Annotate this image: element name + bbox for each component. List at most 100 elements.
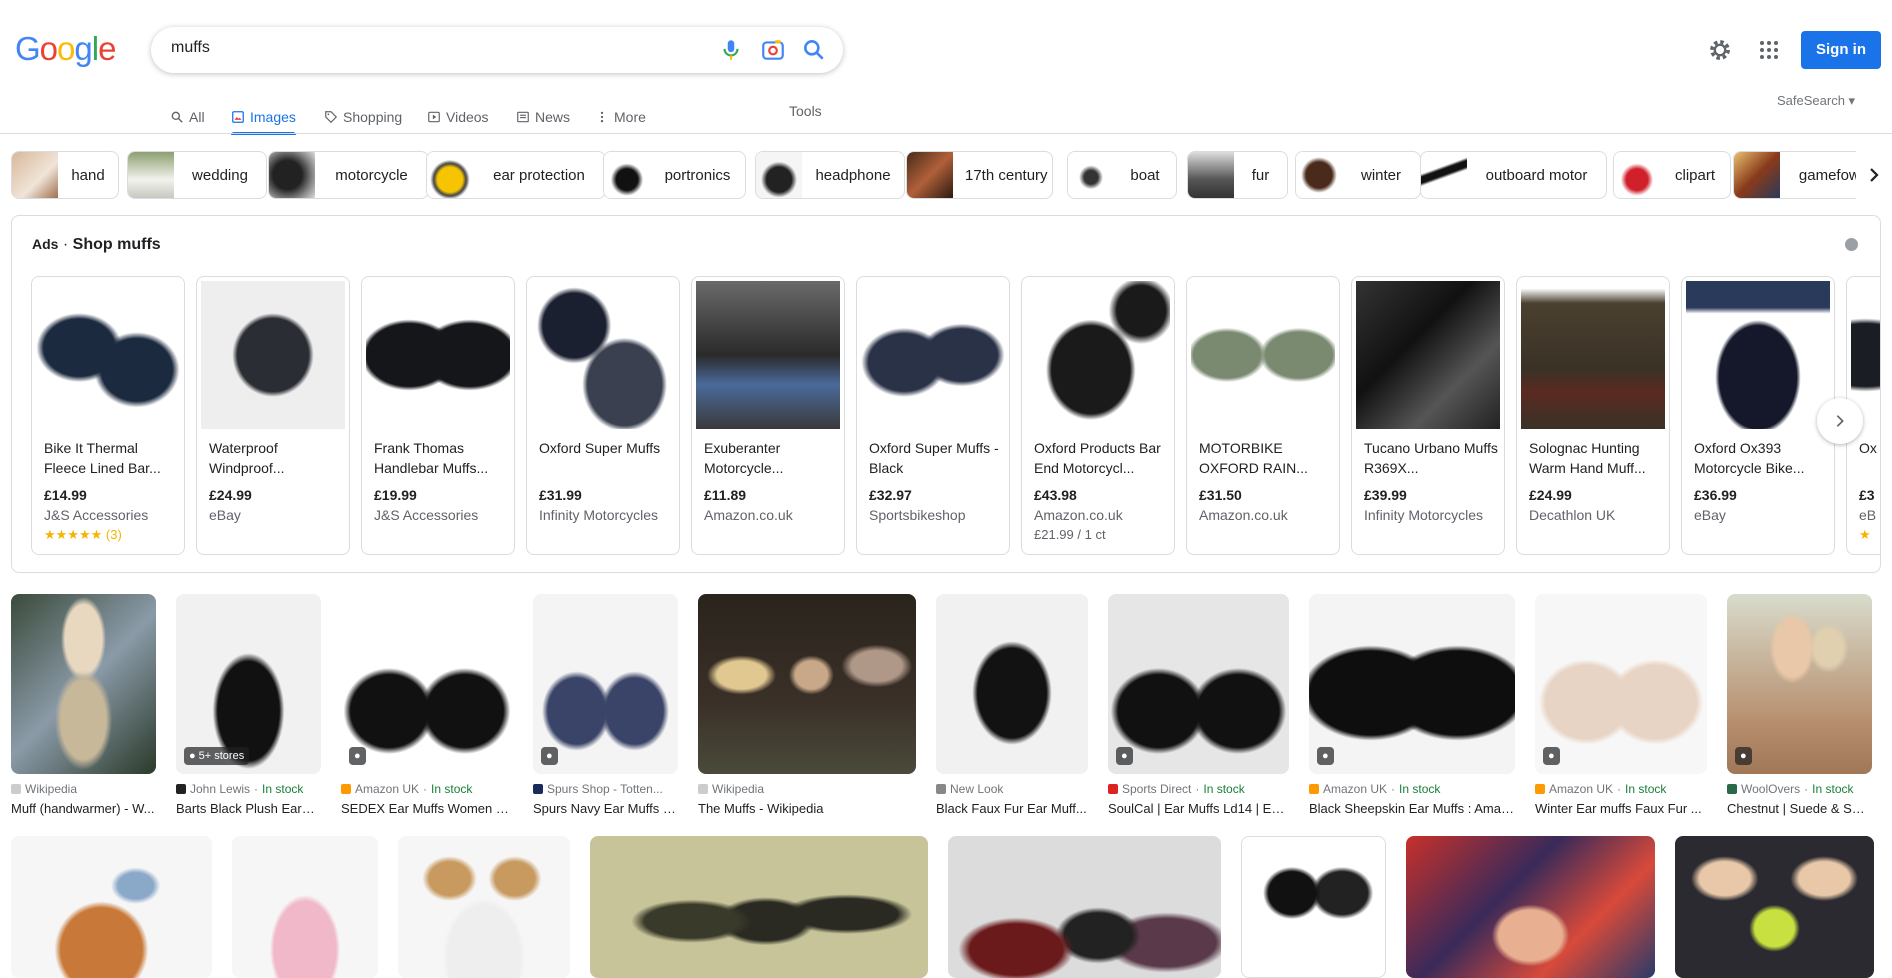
result-source: New Look bbox=[936, 782, 1003, 796]
product-store: eBay bbox=[1694, 507, 1726, 523]
result-thumbnail bbox=[1241, 836, 1386, 978]
result-source: Wikipedia bbox=[11, 782, 77, 796]
result-title: SEDEX Ear Muffs Women Gi... bbox=[341, 801, 513, 816]
chip-label: wedding bbox=[192, 166, 248, 184]
chip-boat[interactable]: boat bbox=[1067, 151, 1177, 199]
chip-wedding[interactable]: wedding bbox=[127, 151, 267, 199]
search-input[interactable] bbox=[171, 39, 691, 57]
product-name: Exuberanter Motorcycle... bbox=[704, 440, 784, 476]
product-store: Amazon.co.uk bbox=[1034, 507, 1123, 523]
product-name: MOTORBIKE OXFORD RAIN... bbox=[1199, 440, 1308, 476]
tab-images[interactable]: Images bbox=[231, 100, 296, 135]
chip-clipart[interactable]: clipart bbox=[1613, 151, 1731, 199]
result-source: Amazon UK · In stock bbox=[1309, 782, 1440, 796]
product-store: Amazon.co.uk bbox=[1199, 507, 1288, 523]
chip-outboard-motor[interactable]: outboard motor bbox=[1420, 151, 1607, 199]
search-icon[interactable] bbox=[801, 37, 827, 63]
result-source: Spurs Shop - Totten... bbox=[533, 782, 663, 796]
shopping-tag-badge: ● bbox=[1735, 747, 1752, 765]
tab-news[interactable]: News bbox=[516, 100, 570, 134]
chip-ear-protection[interactable]: ear protection bbox=[426, 151, 606, 199]
product-card[interactable]: Oxford Products Bar End Motorcycl... £43… bbox=[1021, 276, 1175, 555]
product-card[interactable]: Oxford Ox393 Motorcycle Bike... £36.99 e… bbox=[1681, 276, 1835, 555]
shopping-ads-panel: Ads · Shop muffs Bike It Thermal Fleece … bbox=[11, 215, 1881, 573]
chip-thumbnail bbox=[1068, 152, 1114, 198]
result-title: The Muffs - Wikipedia bbox=[698, 801, 824, 816]
tag-icon: ● bbox=[354, 750, 361, 762]
shopping-tag-badge: ● bbox=[1543, 747, 1560, 765]
product-card[interactable]: Bike It Thermal Fleece Lined Bar... £14.… bbox=[31, 276, 185, 555]
camera-lens-icon[interactable] bbox=[760, 37, 786, 63]
product-price: £11.89 bbox=[704, 487, 747, 503]
result-source: Amazon UK · In stock bbox=[341, 782, 472, 796]
price-tag-icon bbox=[325, 111, 338, 124]
chip-headphone[interactable]: headphone bbox=[755, 151, 905, 199]
product-card[interactable]: Exuberanter Motorcycle... £11.89 Amazon.… bbox=[691, 276, 845, 555]
chip-fur[interactable]: fur bbox=[1187, 151, 1288, 199]
product-price: £24.99 bbox=[1529, 487, 1572, 503]
chip-17th-century[interactable]: 17th century bbox=[906, 151, 1053, 199]
chip-hand[interactable]: hand bbox=[11, 151, 119, 199]
google-logo[interactable]: Google bbox=[15, 30, 116, 68]
tab-all[interactable]: All bbox=[170, 100, 205, 134]
result-title: Muff (handwarmer) - W... bbox=[11, 801, 155, 816]
product-name: Waterproof Windproof... bbox=[209, 440, 285, 476]
woolovers-favicon-icon bbox=[1727, 784, 1737, 794]
tab-label: Images bbox=[250, 109, 296, 125]
tools-button[interactable]: Tools bbox=[789, 103, 822, 119]
tab-more[interactable]: More bbox=[595, 100, 646, 134]
chip-thumbnail bbox=[1614, 152, 1660, 198]
chip-label: winter bbox=[1360, 166, 1401, 184]
tab-videos[interactable]: Videos bbox=[427, 100, 489, 134]
product-card[interactable]: Solognac Hunting Warm Hand Muff... £24.9… bbox=[1516, 276, 1670, 555]
product-card[interactable]: Frank Thomas Handlebar Muffs... £19.99 J… bbox=[361, 276, 515, 555]
product-price: £24.99 bbox=[209, 487, 252, 503]
info-icon[interactable] bbox=[1845, 238, 1858, 251]
product-card[interactable]: Oxford Super Muffs - Black £32.97 Sports… bbox=[856, 276, 1010, 555]
ads-next-button[interactable] bbox=[1817, 398, 1863, 444]
tab-shopping[interactable]: Shopping bbox=[324, 100, 402, 134]
chips-next-button[interactable] bbox=[1856, 151, 1892, 199]
chevron-right-icon bbox=[1870, 168, 1879, 182]
product-name: Oxford Products Bar End Motorcycl... bbox=[1034, 440, 1161, 476]
product-card[interactable]: Waterproof Windproof... £24.99 eBay bbox=[196, 276, 350, 555]
stores-badge: ● 5+ stores bbox=[184, 747, 250, 765]
chip-label: outboard motor bbox=[1485, 166, 1588, 184]
chip-motorcycle[interactable]: motorcycle bbox=[268, 151, 429, 199]
apps-grid-icon[interactable] bbox=[1757, 38, 1781, 62]
tab-label: Shopping bbox=[343, 109, 403, 125]
microphone-icon[interactable] bbox=[718, 37, 744, 63]
sign-in-button[interactable]: Sign in bbox=[1801, 31, 1881, 69]
chip-portronics[interactable]: portronics bbox=[603, 151, 746, 199]
chip-thumbnail bbox=[1734, 152, 1780, 198]
product-name: Frank Thomas Handlebar Muffs... bbox=[374, 440, 489, 476]
product-card[interactable]: Oxford Super Muffs £31.99 Infinity Motor… bbox=[526, 276, 680, 555]
tag-icon: ● bbox=[1548, 750, 1555, 762]
product-card[interactable]: MOTORBIKE OXFORD RAIN... £31.50 Amazon.c… bbox=[1186, 276, 1340, 555]
amazon-favicon-icon bbox=[1309, 784, 1319, 794]
result-source: Amazon UK · In stock bbox=[1535, 782, 1666, 796]
product-rating: ★ bbox=[1859, 527, 1871, 542]
ads-title: Shop muffs bbox=[72, 236, 161, 253]
tab-label: News bbox=[535, 109, 571, 125]
product-image bbox=[696, 281, 840, 429]
tag-icon: ● bbox=[189, 750, 196, 762]
product-image bbox=[1356, 281, 1500, 429]
chip-thumbnail bbox=[269, 152, 315, 198]
result-thumbnail bbox=[232, 836, 378, 978]
chip-winter[interactable]: winter bbox=[1295, 151, 1421, 199]
product-image bbox=[1191, 281, 1335, 429]
product-name: Oxford Super Muffs - Black bbox=[869, 440, 999, 476]
product-card[interactable]: Tucano Urbano Muffs R369X... £39.99 Infi… bbox=[1351, 276, 1505, 555]
settings-gear-icon[interactable] bbox=[1706, 36, 1734, 64]
result-thumbnail bbox=[1406, 836, 1655, 978]
tab-label: Videos bbox=[446, 109, 489, 125]
new-look-favicon-icon bbox=[936, 784, 946, 794]
safesearch-menu[interactable]: SafeSearch ▾ bbox=[1777, 93, 1855, 109]
chip-label: headphone bbox=[815, 166, 891, 184]
product-image bbox=[1026, 281, 1170, 429]
product-image bbox=[531, 281, 675, 429]
product-image bbox=[1686, 281, 1830, 429]
header-divider bbox=[0, 133, 1892, 134]
chip-thumbnail bbox=[756, 152, 802, 198]
